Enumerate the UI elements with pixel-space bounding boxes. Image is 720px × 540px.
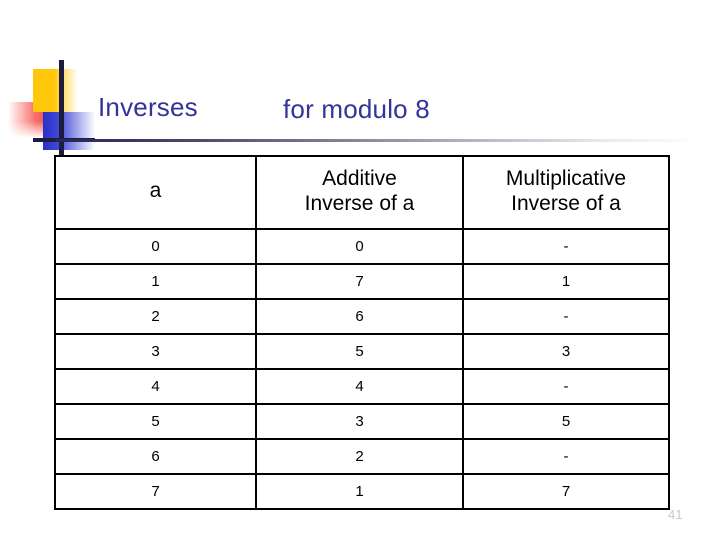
cell-additive: 5 xyxy=(255,333,464,370)
cell-multiplicative: 7 xyxy=(462,473,670,510)
title-underline-rule xyxy=(56,139,698,142)
table-body: 0 0 - 1 7 1 2 6 - 3 5 3 4 4 - 5 3 5 6 2 … xyxy=(54,228,670,510)
column-header-additive-line2: Inverse of a xyxy=(304,191,415,215)
cell-multiplicative: - xyxy=(462,298,670,335)
cell-multiplicative: - xyxy=(462,438,670,475)
cell-multiplicative: 3 xyxy=(462,333,670,370)
column-header-multiplicative-line1: Multiplicative xyxy=(505,167,627,191)
slide-title-main: Inverses xyxy=(98,92,198,122)
slide-number: 41 xyxy=(668,507,683,522)
inverses-table: a Additive Inverse of a Multiplicative I… xyxy=(54,155,670,510)
cell-additive: 4 xyxy=(255,368,464,405)
table-header-row: a Additive Inverse of a Multiplicative I… xyxy=(54,155,670,230)
cell-multiplicative: 5 xyxy=(462,403,670,440)
slide-title: Inverses for modulo 8 xyxy=(0,92,720,138)
table-row: 0 0 - xyxy=(54,228,670,265)
cell-additive: 7 xyxy=(255,263,464,300)
table-row: 7 1 7 xyxy=(54,473,670,510)
table-row: 4 4 - xyxy=(54,368,670,405)
cell-additive: 3 xyxy=(255,403,464,440)
column-header-a-line1: a xyxy=(149,179,162,203)
slide-title-subtitle: for modulo 8 xyxy=(283,94,430,124)
table-row: 3 5 3 xyxy=(54,333,670,370)
cell-a: 3 xyxy=(54,333,257,370)
column-header-multiplicative-line2: Inverse of a xyxy=(511,191,621,215)
column-header-additive-line1: Additive xyxy=(322,167,397,191)
cell-multiplicative: 1 xyxy=(462,263,670,300)
cell-a: 1 xyxy=(54,263,257,300)
cell-multiplicative: - xyxy=(462,368,670,405)
cell-additive: 1 xyxy=(255,473,464,510)
cell-a: 2 xyxy=(54,298,257,335)
cell-multiplicative: - xyxy=(462,228,670,265)
column-header-multiplicative-inverse: Multiplicative Inverse of a xyxy=(462,155,670,230)
cell-a: 0 xyxy=(54,228,257,265)
cell-a: 4 xyxy=(54,368,257,405)
cell-a: 6 xyxy=(54,438,257,475)
table-row: 5 3 5 xyxy=(54,403,670,440)
table-row: 1 7 1 xyxy=(54,263,670,300)
cell-additive: 2 xyxy=(255,438,464,475)
cell-additive: 6 xyxy=(255,298,464,335)
cell-a: 7 xyxy=(54,473,257,510)
table-row: 6 2 - xyxy=(54,438,670,475)
cell-a: 5 xyxy=(54,403,257,440)
column-header-additive-inverse: Additive Inverse of a xyxy=(255,155,464,230)
table-row: 2 6 - xyxy=(54,298,670,335)
column-header-a: a xyxy=(54,155,257,230)
cell-additive: 0 xyxy=(255,228,464,265)
